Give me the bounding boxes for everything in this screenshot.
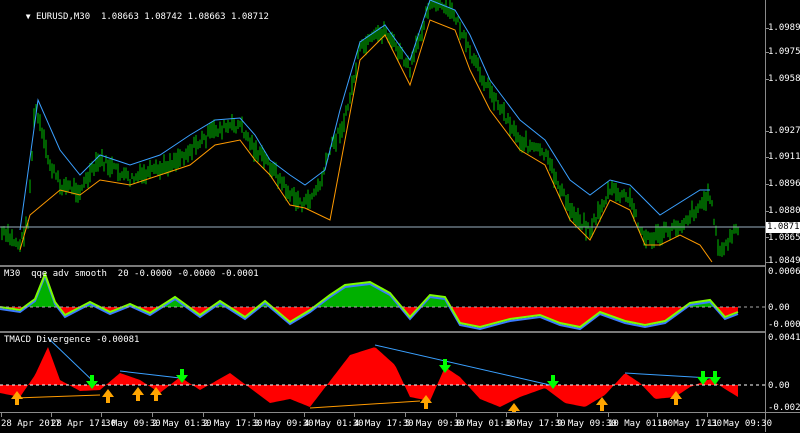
- time-tick: [254, 413, 255, 417]
- price-axis-label: 1.08650: [768, 233, 800, 243]
- time-tick: [203, 413, 204, 417]
- qqe-axis-label: -0.0003: [768, 320, 800, 330]
- time-tick: [456, 413, 457, 417]
- tmacd-axis-label: 0.00418: [768, 333, 800, 343]
- time-tick: [707, 413, 708, 417]
- collapse-arrow-icon[interactable]: ▼: [26, 12, 31, 21]
- time-tick: [354, 413, 355, 417]
- time-tick: [657, 413, 658, 417]
- buy-arrow-icon: [132, 387, 144, 401]
- qqe-axis-label: 0.00: [768, 303, 790, 313]
- time-tick: [51, 413, 52, 417]
- buy-arrow-icon: [102, 389, 114, 403]
- time-tick: [506, 413, 507, 417]
- time-tick: [152, 413, 153, 417]
- price-chart-canvas: [0, 0, 765, 263]
- qqe-indicator-pane[interactable]: M30 qqe adv smooth 20 -0.0000 -0.0000 -0…: [0, 267, 765, 331]
- current-price-tag: 1.08712: [766, 222, 800, 233]
- tmacd-indicator-pane[interactable]: TMACD Divergence -0.00081: [0, 333, 765, 412]
- price-axis-label: 1.08960: [768, 179, 800, 189]
- price-axis-label: 1.08805: [768, 206, 800, 216]
- symbol-info: EURUSD,M30 1.08663 1.08742 1.08663 1.087…: [35, 12, 269, 22]
- bullish-divergence-line: [14, 394, 101, 399]
- time-axis[interactable]: 28 Apr 2017 28 Apr 17:30 1 May 09:30 2 M…: [0, 412, 800, 433]
- price-axis[interactable]: [765, 0, 800, 432]
- time-tick: [557, 413, 558, 417]
- price-axis-label: 1.09890: [768, 23, 800, 33]
- upper-trend-line: [19, 0, 710, 231]
- qqe-axis-label: 0.0006: [768, 267, 800, 277]
- time-tick: [101, 413, 102, 417]
- price-axis-label: 1.08495: [768, 256, 800, 266]
- price-chart-title: ▼ EURUSD,M30 1.08663 1.08742 1.08663 1.0…: [4, 2, 269, 32]
- time-tick: [405, 413, 406, 417]
- tmacd-pane-title: TMACD Divergence -0.00081: [4, 335, 140, 345]
- lower-trend-line: [19, 19, 713, 263]
- time-axis-label: 11 May 09:30: [707, 419, 773, 429]
- qqe-pane-title: M30 qqe adv smooth 20 -0.0000 -0.0000 -0…: [4, 269, 259, 279]
- time-tick: [1, 413, 2, 417]
- price-axis-label: 1.09750: [768, 47, 800, 57]
- price-axis-label: 1.09270: [768, 126, 800, 136]
- qqe-positive-area: [0, 276, 738, 307]
- price-axis-label: 1.09580: [768, 74, 800, 84]
- bullish-divergence-line: [309, 400, 421, 409]
- price-chart-pane[interactable]: ▼ EURUSD,M30 1.08663 1.08742 1.08663 1.0…: [0, 0, 765, 265]
- tmacd-histogram: [0, 347, 738, 407]
- time-tick: [608, 413, 609, 417]
- time-tick: [304, 413, 305, 417]
- tmacd-axis-label: 0.00: [768, 381, 790, 391]
- price-axis-label: 1.09115: [768, 152, 800, 162]
- buy-arrow-icon: [508, 403, 520, 412]
